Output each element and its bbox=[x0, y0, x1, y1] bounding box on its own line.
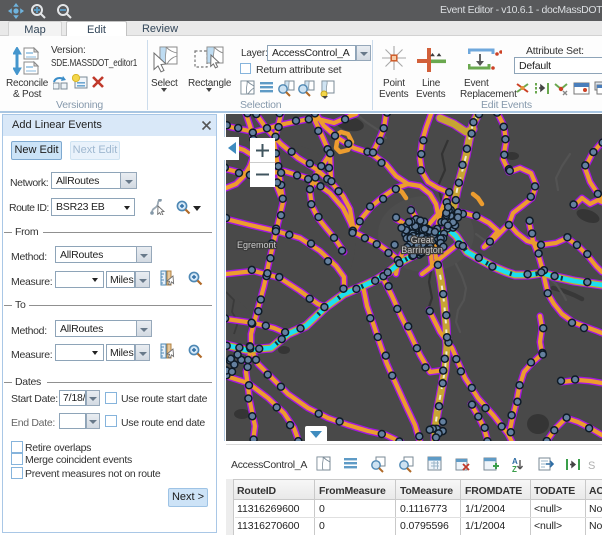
svg-text:Z: Z bbox=[512, 465, 517, 473]
svg-text:S: S bbox=[588, 460, 595, 472]
svg-text:Great: Great bbox=[411, 235, 434, 245]
svg-text:Egremont: Egremont bbox=[237, 240, 277, 250]
svg-text:Barrington: Barrington bbox=[401, 245, 443, 255]
